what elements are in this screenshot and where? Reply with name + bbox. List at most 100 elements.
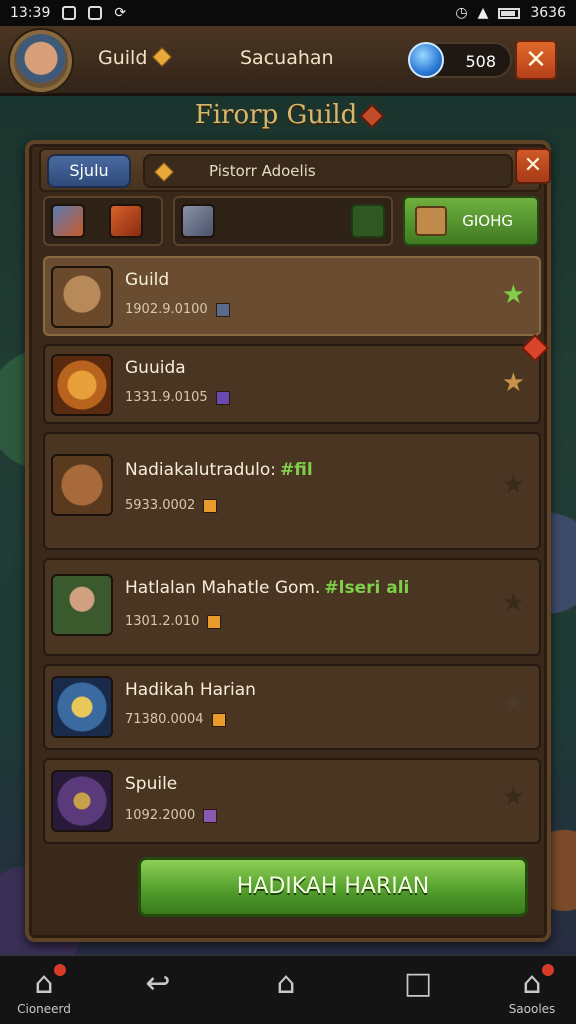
notification-dot	[54, 964, 66, 976]
item-name-text: Guuida	[125, 358, 186, 378]
item-name-text: Hadikah Harian	[125, 680, 256, 700]
tab-history-label: Pistorr Adoelis	[209, 162, 316, 180]
app-icon	[88, 6, 103, 20]
notification-dot	[542, 964, 554, 976]
sword-icon	[51, 204, 85, 238]
item-name: Hadikah Harian	[125, 680, 256, 700]
tab-bar: Sjulu Pistorr Adoelis	[39, 148, 541, 192]
home-icon: ⌂	[276, 966, 296, 1001]
resource-cube-icon	[215, 302, 230, 317]
resource-cube-icon	[211, 712, 226, 727]
resource-cube-icon	[207, 614, 222, 629]
header-guild-text: Guild	[98, 47, 148, 69]
item-name: Guuida	[125, 358, 186, 378]
item-amount: 71380.0004	[125, 712, 226, 727]
currency-value: 508	[465, 52, 496, 71]
favorite-star-icon[interactable]: ★	[502, 370, 525, 396]
guild-panel: Sjulu Pistorr Adoelis ✕ GIOHG Guild 1902.…	[25, 140, 551, 942]
going-button[interactable]: GIOHG	[403, 196, 539, 246]
nav-home-button[interactable]: ⌂	[256, 966, 316, 1002]
player-avatar[interactable]	[10, 30, 72, 92]
status-bar: 13:39 ⟳ ◷ ▲ 3636	[0, 0, 576, 26]
leaf-icon	[351, 204, 385, 238]
tab-history[interactable]: Pistorr Adoelis	[143, 154, 513, 188]
nav-right-label: Saooles	[508, 1002, 556, 1016]
screen-subtitle: Firorp Guild	[0, 100, 576, 130]
item-tag: #fil	[280, 460, 313, 480]
hero-portrait-icon	[51, 574, 113, 636]
item-amount: 1301.2.010	[125, 614, 222, 629]
resource-cube-icon	[203, 498, 218, 513]
nav-back-button[interactable]: ↩	[128, 966, 188, 1002]
nav-left-label: Cioneerd	[17, 1002, 71, 1016]
list-item[interactable]: Hatlalan Mahatle Gom. #lseri ali 1301.2.01…	[43, 558, 541, 656]
list-item[interactable]: Nadiakalutradulo: #fil 5933.0002 ★	[43, 432, 541, 550]
totem-icon	[415, 206, 447, 236]
gem-icon	[154, 161, 174, 182]
header-guild-label[interactable]: Guild	[98, 47, 173, 69]
item-amount-text: 1331.9.0105	[125, 390, 208, 405]
favorite-star-icon[interactable]: ★	[502, 590, 525, 616]
sync-icon: ⟳	[114, 5, 127, 21]
filter-group-tools[interactable]	[173, 196, 393, 246]
favorite-star-icon[interactable]: ★	[502, 784, 525, 810]
going-button-label: GIOHG	[462, 212, 513, 230]
status-time: 13:39	[10, 5, 51, 21]
recents-icon: □	[403, 966, 433, 1001]
scepter-icon	[51, 770, 113, 832]
alarm-icon: ◷	[455, 5, 468, 21]
list-item[interactable]: Spuile 1092.2000 ★	[43, 758, 541, 844]
daily-reward-button[interactable]: HADIKAH HARIAN	[138, 857, 528, 917]
alert-badge-icon	[520, 333, 550, 363]
resource-cube-icon	[215, 390, 230, 405]
item-amount-text: 5933.0002	[125, 498, 196, 513]
tab-guild[interactable]: Sjulu	[47, 154, 131, 188]
list-item[interactable]: Hadikah Harian 71380.0004 ★	[43, 664, 541, 750]
favorite-star-icon[interactable]: ★	[502, 690, 525, 716]
item-amount-text: 1092.2000	[125, 808, 196, 823]
resource-cube-icon	[203, 808, 218, 823]
item-amount-text: 1902.9.0100	[125, 302, 208, 317]
item-name: Hatlalan Mahatle Gom. #lseri ali	[125, 578, 409, 598]
list-item[interactable]: Guild 1902.9.0100 ★	[43, 256, 541, 336]
item-amount: 5933.0002	[125, 498, 218, 513]
wifi-icon: ▲	[477, 5, 489, 21]
item-name-text: Hatlalan Mahatle Gom.	[125, 578, 321, 598]
hammer-icon	[181, 204, 215, 238]
currency-counter[interactable]: 508	[408, 42, 512, 78]
item-amount-text: 71380.0004	[125, 712, 204, 727]
item-amount: 1902.9.0100	[125, 302, 230, 317]
item-name-text: Guild	[125, 270, 170, 290]
item-name: Spuile	[125, 774, 177, 794]
status-right-text: 3636	[530, 5, 566, 21]
panel-close-button[interactable]: ✕	[515, 148, 551, 184]
subtitle-text: Firorp Guild	[194, 100, 358, 130]
favorite-star-icon[interactable]: ★	[502, 282, 525, 308]
tankard-icon	[51, 266, 113, 328]
staff-icon	[51, 676, 113, 738]
gem-icon	[152, 47, 173, 67]
item-amount-text: 1301.2.010	[125, 614, 200, 629]
game-header: Guild Sacuahan 508 ✕	[0, 26, 576, 96]
item-tag: #lseri ali	[324, 578, 410, 598]
header-close-button[interactable]: ✕	[515, 40, 557, 80]
back-icon: ↩	[145, 966, 171, 1001]
nav-recents-button[interactable]: □	[388, 966, 448, 1002]
item-amount: 1331.9.0105	[125, 390, 230, 405]
system-navbar: ⌂ Cioneerd ↩ ⌂ □ ⌂ Saooles	[0, 955, 576, 1024]
favorite-star-icon[interactable]: ★	[502, 472, 525, 498]
barrel-icon	[51, 454, 113, 516]
nav-left-app[interactable]: ⌂ Cioneerd	[14, 964, 74, 1016]
header-title: Sacuahan	[240, 47, 334, 69]
battery-icon	[498, 7, 521, 19]
nav-right-app[interactable]: ⌂ Saooles	[502, 964, 562, 1016]
list-item[interactable]: Guuida 1331.9.0105 ★	[43, 333, 550, 424]
notification-icon	[62, 6, 77, 20]
item-name: Guild	[125, 270, 169, 290]
item-amount: 1092.2000	[125, 808, 218, 823]
item-name: Nadiakalutradulo: #fil	[125, 460, 313, 480]
filter-group-weapons[interactable]	[43, 196, 163, 246]
chest-icon	[109, 204, 143, 238]
red-gem-icon	[359, 103, 386, 129]
cannon-icon	[51, 354, 113, 416]
